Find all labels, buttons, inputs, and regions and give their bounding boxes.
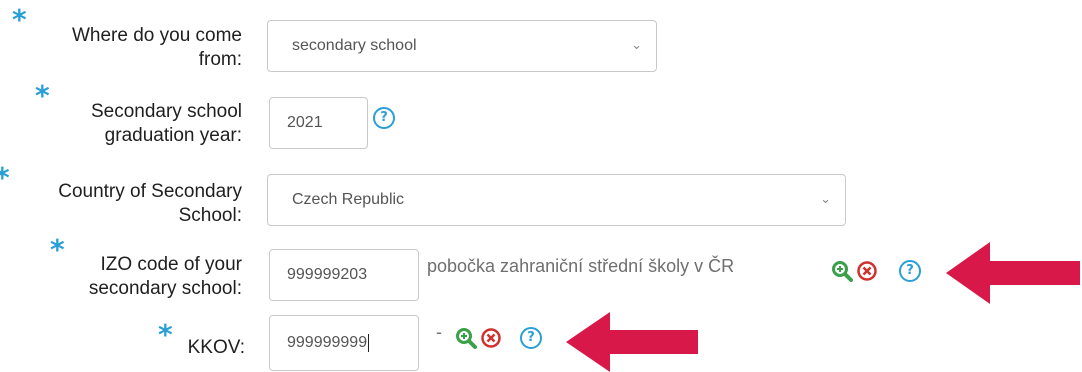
origin-select[interactable]: secondary school ⌄ [267, 20, 657, 72]
x-circle-icon[interactable] [480, 327, 502, 349]
kkov-input[interactable]: 999999999 [269, 315, 419, 371]
text-cursor [368, 334, 370, 352]
graduation-year-label-line2: graduation year: [104, 125, 242, 146]
school-name-text: pobočka zahraniční střední školy v ČR [427, 256, 735, 276]
arrow-left-icon [566, 312, 698, 372]
graduation-year-label-line1: Secondary school [90, 101, 242, 122]
izo-code-input[interactable]: 999999203 [269, 249, 419, 301]
arrow-left-icon [946, 242, 1080, 304]
question-circle-icon[interactable]: ? [520, 327, 542, 349]
graduation-year-label: Secondary school graduation year: [20, 100, 242, 148]
country-select[interactable]: Czech Republic ⌄ [267, 174, 846, 226]
kkov-value: 999999999 [287, 334, 368, 351]
question-circle-icon[interactable]: ? [373, 107, 395, 129]
x-circle-icon[interactable] [856, 260, 878, 282]
graduation-year-input[interactable]: 2021 [269, 97, 368, 149]
magnify-plus-icon[interactable] [455, 327, 477, 349]
izo-label: IZO code of your secondary school: [20, 253, 242, 301]
origin-label-line1: Where do you come [71, 25, 242, 46]
country-label-line2: School: [178, 205, 242, 226]
graduation-year-value: 2021 [287, 114, 323, 131]
izo-code-value: 999999203 [287, 266, 368, 283]
chevron-down-icon: ⌄ [820, 191, 831, 207]
country-label-line1: Country of Secondary [58, 181, 242, 202]
izo-label-line2: secondary school: [88, 278, 242, 299]
chevron-down-icon: ⌄ [631, 37, 642, 53]
country-select-value: Czech Republic [292, 191, 405, 208]
magnify-plus-icon[interactable] [831, 260, 853, 282]
country-label: Country of Secondary School: [0, 180, 242, 228]
izo-label-line1: IZO code of your [100, 254, 242, 275]
question-circle-icon[interactable]: ? [899, 260, 921, 282]
kkov-separator: - [436, 322, 442, 342]
kkov-label: KKOV: [187, 337, 245, 358]
origin-label-line2: from: [198, 49, 242, 70]
origin-select-value: secondary school [292, 37, 417, 54]
origin-label: Where do you come from: [20, 24, 242, 72]
